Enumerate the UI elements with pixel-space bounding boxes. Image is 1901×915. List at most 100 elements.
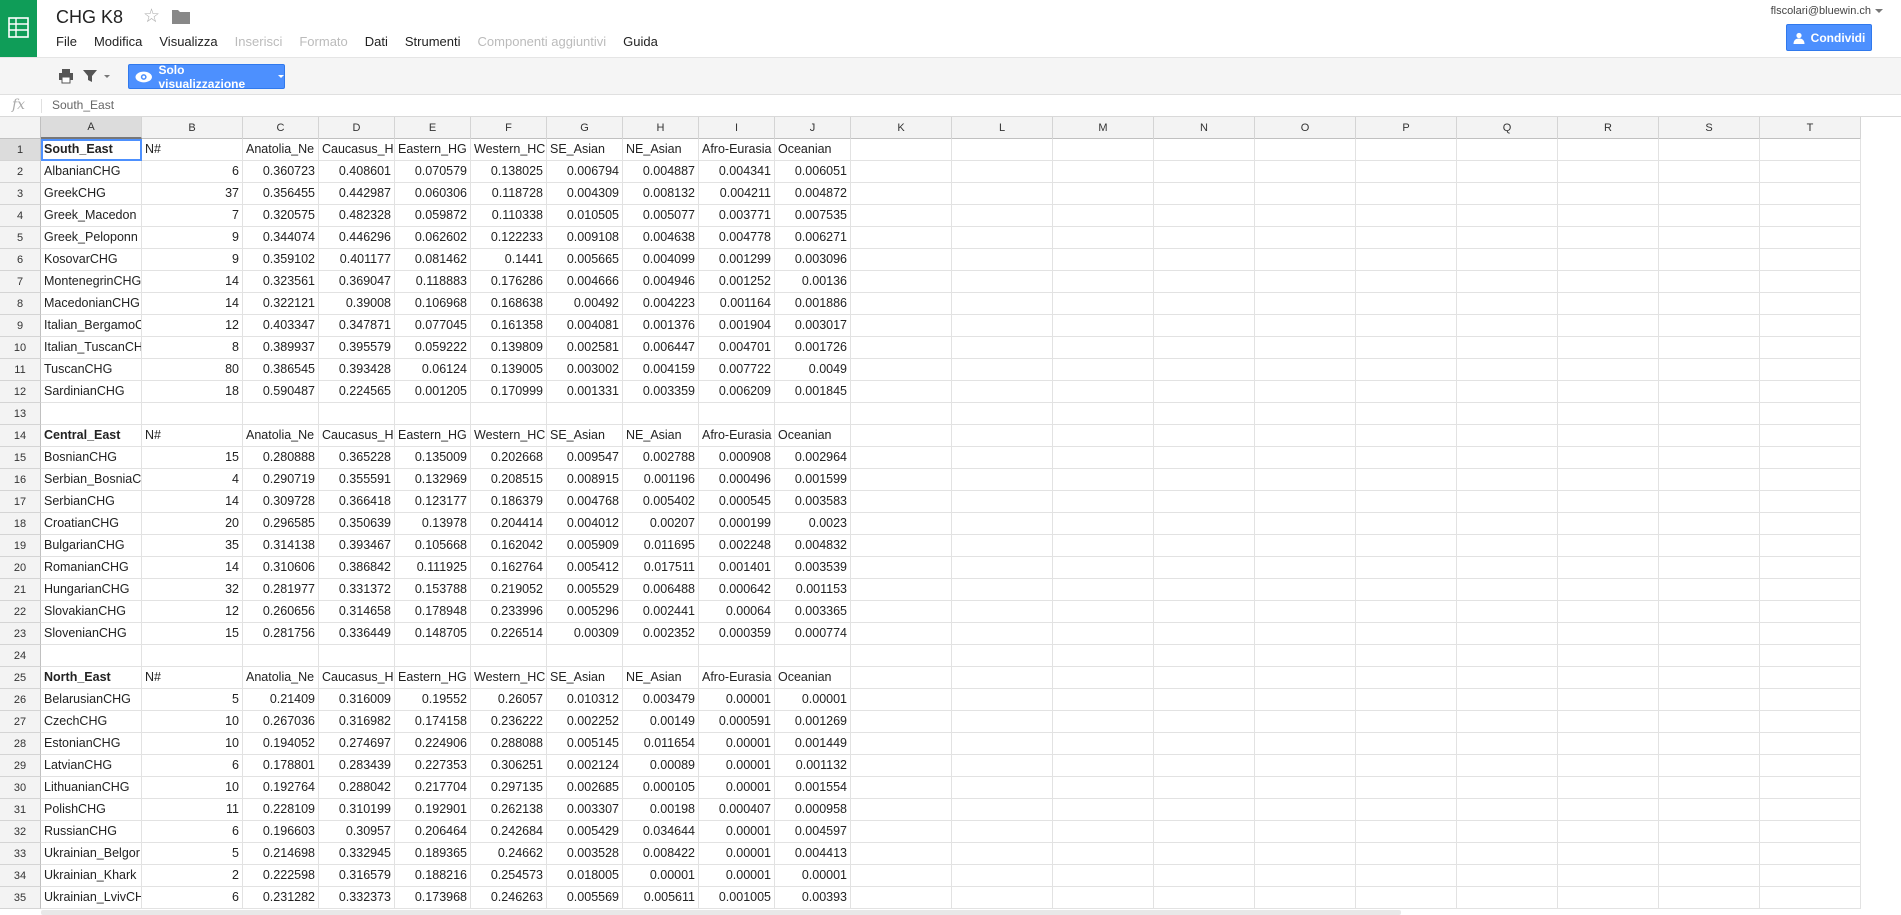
cell-q3[interactable] xyxy=(1457,183,1558,205)
view-only-button[interactable]: Solo visualizzazione xyxy=(128,63,285,91)
cell-h16[interactable]: 0.001196 xyxy=(623,469,699,491)
cell-e28[interactable]: 0.224906 xyxy=(395,733,471,755)
cell-g30[interactable]: 0.002685 xyxy=(547,777,623,799)
cell-e8[interactable]: 0.106968 xyxy=(395,293,471,315)
cell-f12[interactable]: 0.170999 xyxy=(471,381,547,403)
cell-g25[interactable]: SE_Asian xyxy=(547,667,623,689)
cell-e9[interactable]: 0.077045 xyxy=(395,315,471,337)
cell-n4[interactable] xyxy=(1154,205,1255,227)
cell-t27[interactable] xyxy=(1760,711,1861,733)
cell-i27[interactable]: 0.000591 xyxy=(699,711,775,733)
cell-f18[interactable]: 0.204414 xyxy=(471,513,547,535)
cell-o20[interactable] xyxy=(1255,557,1356,579)
cell-b24[interactable] xyxy=(142,645,243,667)
cell-d28[interactable]: 0.274697 xyxy=(319,733,395,755)
cell-t12[interactable] xyxy=(1760,381,1861,403)
cell-r13[interactable] xyxy=(1558,403,1659,425)
cell-s9[interactable] xyxy=(1659,315,1760,337)
cell-e31[interactable]: 0.192901 xyxy=(395,799,471,821)
cell-i30[interactable]: 0.00001 xyxy=(699,777,775,799)
cell-l10[interactable] xyxy=(952,337,1053,359)
cell-l32[interactable] xyxy=(952,821,1053,843)
cell-r19[interactable] xyxy=(1558,535,1659,557)
cell-c19[interactable]: 0.314138 xyxy=(243,535,319,557)
cell-q4[interactable] xyxy=(1457,205,1558,227)
cell-d24[interactable] xyxy=(319,645,395,667)
cell-e3[interactable]: 0.060306 xyxy=(395,183,471,205)
cell-i33[interactable]: 0.00001 xyxy=(699,843,775,865)
cell-b7[interactable]: 14 xyxy=(142,271,243,293)
cell-f17[interactable]: 0.186379 xyxy=(471,491,547,513)
cell-i26[interactable]: 0.00001 xyxy=(699,689,775,711)
cell-i1[interactable]: Afro-Eurasia xyxy=(699,139,775,161)
cell-l16[interactable] xyxy=(952,469,1053,491)
cell-h24[interactable] xyxy=(623,645,699,667)
cell-j33[interactable]: 0.004413 xyxy=(775,843,851,865)
cell-r31[interactable] xyxy=(1558,799,1659,821)
row-header[interactable]: 25 xyxy=(0,667,41,689)
cell-n20[interactable] xyxy=(1154,557,1255,579)
filter-icon[interactable] xyxy=(82,68,98,84)
row-header[interactable]: 15 xyxy=(0,447,41,469)
cell-m3[interactable] xyxy=(1053,183,1154,205)
cell-g10[interactable]: 0.002581 xyxy=(547,337,623,359)
cell-h6[interactable]: 0.004099 xyxy=(623,249,699,271)
cell-t24[interactable] xyxy=(1760,645,1861,667)
row-header[interactable]: 34 xyxy=(0,865,41,887)
cell-h19[interactable]: 0.011695 xyxy=(623,535,699,557)
cell-b28[interactable]: 10 xyxy=(142,733,243,755)
column-header-o[interactable]: O xyxy=(1255,117,1356,139)
row-header[interactable]: 33 xyxy=(0,843,41,865)
cell-n15[interactable] xyxy=(1154,447,1255,469)
cell-c26[interactable]: 0.21409 xyxy=(243,689,319,711)
cell-o33[interactable] xyxy=(1255,843,1356,865)
cell-p1[interactable] xyxy=(1356,139,1457,161)
cell-h29[interactable]: 0.00089 xyxy=(623,755,699,777)
cell-l12[interactable] xyxy=(952,381,1053,403)
cell-n32[interactable] xyxy=(1154,821,1255,843)
cell-g12[interactable]: 0.001331 xyxy=(547,381,623,403)
cell-q34[interactable] xyxy=(1457,865,1558,887)
cell-k25[interactable] xyxy=(851,667,952,689)
cell-k1[interactable] xyxy=(851,139,952,161)
cell-k26[interactable] xyxy=(851,689,952,711)
cell-h23[interactable]: 0.002352 xyxy=(623,623,699,645)
row-header[interactable]: 21 xyxy=(0,579,41,601)
cell-b33[interactable]: 5 xyxy=(142,843,243,865)
column-header-t[interactable]: T xyxy=(1760,117,1861,139)
star-icon[interactable]: ☆ xyxy=(143,5,160,28)
cell-r17[interactable] xyxy=(1558,491,1659,513)
cell-m31[interactable] xyxy=(1053,799,1154,821)
cell-k23[interactable] xyxy=(851,623,952,645)
cell-a2[interactable]: AlbanianCHG xyxy=(41,161,142,183)
cell-s17[interactable] xyxy=(1659,491,1760,513)
cell-k16[interactable] xyxy=(851,469,952,491)
row-header[interactable]: 6 xyxy=(0,249,41,271)
cell-f34[interactable]: 0.254573 xyxy=(471,865,547,887)
cell-i8[interactable]: 0.001164 xyxy=(699,293,775,315)
cell-l18[interactable] xyxy=(952,513,1053,535)
cell-f6[interactable]: 0.1441 xyxy=(471,249,547,271)
cell-a23[interactable]: SlovenianCHG xyxy=(41,623,142,645)
cell-l33[interactable] xyxy=(952,843,1053,865)
cell-a21[interactable]: HungarianCHG xyxy=(41,579,142,601)
cell-h2[interactable]: 0.004887 xyxy=(623,161,699,183)
cell-h33[interactable]: 0.008422 xyxy=(623,843,699,865)
cell-g11[interactable]: 0.003002 xyxy=(547,359,623,381)
cell-f16[interactable]: 0.208515 xyxy=(471,469,547,491)
cell-s11[interactable] xyxy=(1659,359,1760,381)
cell-l31[interactable] xyxy=(952,799,1053,821)
row-header[interactable]: 31 xyxy=(0,799,41,821)
cell-f13[interactable] xyxy=(471,403,547,425)
cell-k2[interactable] xyxy=(851,161,952,183)
cell-b20[interactable]: 14 xyxy=(142,557,243,579)
cell-q11[interactable] xyxy=(1457,359,1558,381)
cell-p11[interactable] xyxy=(1356,359,1457,381)
cell-i6[interactable]: 0.001299 xyxy=(699,249,775,271)
cell-s12[interactable] xyxy=(1659,381,1760,403)
cell-s18[interactable] xyxy=(1659,513,1760,535)
cell-j25[interactable]: Oceanian xyxy=(775,667,851,689)
cell-r11[interactable] xyxy=(1558,359,1659,381)
cell-n34[interactable] xyxy=(1154,865,1255,887)
cell-a31[interactable]: PolishCHG xyxy=(41,799,142,821)
